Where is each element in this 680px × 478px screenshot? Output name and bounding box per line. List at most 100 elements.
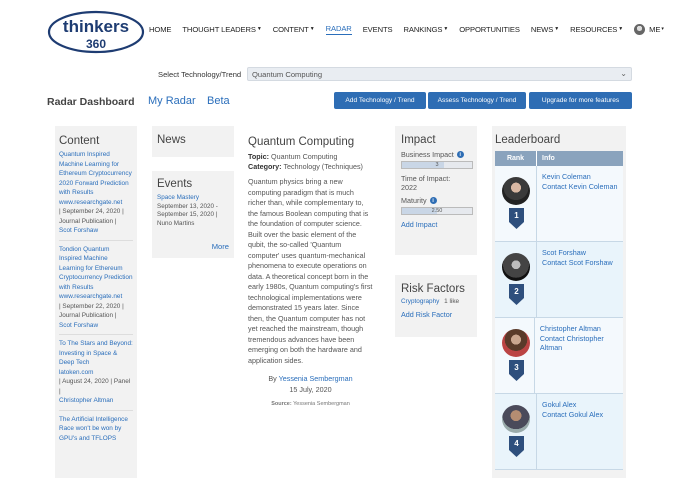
content-item-meta: | August 24, 2020 | Panel | <box>59 378 131 395</box>
category-value: Technology (Techniques) <box>283 161 363 171</box>
article-author-link[interactable]: Yessenia Sembergman <box>279 374 353 383</box>
news-heading: News <box>157 134 186 146</box>
source-label: Source: <box>271 401 292 407</box>
info-cell: Gokul Alex Contact Gokul Alex <box>537 394 603 469</box>
technology-select-value: Quantum Computing <box>252 70 323 79</box>
content-item-author[interactable]: Scot Forshaw <box>59 226 133 236</box>
nav-radar[interactable]: RADAR <box>325 23 352 35</box>
source-value: Yessenia Sembergman <box>293 401 350 407</box>
leader-name-link[interactable]: Gokul Alex <box>542 400 603 410</box>
rank-ribbon-icon: 3 <box>509 360 524 381</box>
user-avatar <box>634 23 646 35</box>
time-of-impact-value: 2022 <box>401 183 417 192</box>
nav-resources-label: RESOURCES <box>570 24 618 34</box>
leader-contact-link[interactable]: Contact Kevin Coleman <box>542 182 618 192</box>
nav-user-menu[interactable]: ME ▾ <box>634 23 664 35</box>
upgrade-button[interactable]: Upgrade for more features <box>529 92 632 109</box>
add-impact-link[interactable]: Add Impact <box>401 220 471 229</box>
rank-cell: 3 <box>495 318 535 393</box>
content-item-title[interactable]: Tondion Quantum Inspired Machine Learnin… <box>59 245 133 293</box>
caret-down-icon: ▼ <box>443 26 449 32</box>
nav-opportunities[interactable]: OPPORTUNITIES <box>459 23 520 35</box>
nav-user-label: ME <box>649 24 661 34</box>
nav-content[interactable]: CONTENT ▼ <box>273 23 315 35</box>
maturity-bar: 2.50 <box>401 207 473 215</box>
info-icon[interactable]: i <box>456 151 464 158</box>
article-title: Quantum Computing <box>248 136 355 148</box>
event-name[interactable]: Space Mastery <box>157 194 229 203</box>
byline-by: By <box>268 374 277 383</box>
content-item: Quantum Inspired Machine Learning for Et… <box>59 150 133 241</box>
nav-resources[interactable]: RESOURCES ▼ <box>570 23 623 35</box>
risk-item: Cryptography 1 like <box>401 298 471 305</box>
nav-events[interactable]: EVENTS <box>363 23 393 35</box>
leader-contact-link[interactable]: Contact Gokul Alex <box>542 410 603 420</box>
article-date: 15 July, 2020 <box>289 384 332 394</box>
thinkers360-logo[interactable]: thinkers 360 <box>47 10 145 54</box>
events-more-link[interactable]: More <box>212 242 229 251</box>
content-item-author[interactable]: Christopher Altman <box>59 396 133 406</box>
content-item-title[interactable]: To The Stars and Beyond: Investing in Sp… <box>59 339 133 368</box>
topic-value: Quantum Computing <box>271 152 338 161</box>
info-cell: Scot Forshaw Contact Scot Forshaw <box>537 242 613 317</box>
content-item-source[interactable]: latoken.com <box>59 368 133 378</box>
add-risk-factor-link[interactable]: Add Risk Factor <box>401 310 471 319</box>
rank-number: 2 <box>514 287 519 296</box>
content-item-author[interactable]: Scot Forshaw <box>59 321 133 331</box>
rank-number: 1 <box>514 211 519 220</box>
nav-radar-label: RADAR <box>325 24 352 33</box>
content-item: To The Stars and Beyond: Investing in Sp… <box>59 339 133 411</box>
leader-name-link[interactable]: Christopher Altman <box>540 324 623 334</box>
article-topic: Topic: Quantum Computing <box>248 152 373 162</box>
content-panel: Content Quantum Inspired Machine Learnin… <box>55 126 137 478</box>
select-technology-label: Select Technology/Trend <box>158 70 242 79</box>
rank-cell: 2 <box>495 242 537 317</box>
leader-name-link[interactable]: Kevin Coleman <box>542 172 618 182</box>
event-person: Nuno Martins <box>157 219 195 227</box>
content-heading: Content <box>59 135 100 147</box>
leader-contact-link[interactable]: Contact Christopher Altman <box>540 334 623 353</box>
risk-tag-link[interactable]: Cryptography <box>401 298 439 305</box>
risk-likes: 1 like <box>444 298 460 305</box>
content-item-meta: | September 24, 2020 | Journal Publicati… <box>59 208 124 225</box>
leaderboard-panel: Leaderboard Rank Info 1 Kevin Coleman Co… <box>492 126 626 478</box>
nav-content-label: CONTENT <box>272 24 309 34</box>
caret-down-icon: ▼ <box>309 26 315 32</box>
avatar[interactable] <box>502 253 530 281</box>
avatar[interactable] <box>502 405 530 433</box>
caret-down-icon: ▼ <box>554 26 560 32</box>
my-radar-link[interactable]: My Radar <box>148 95 196 107</box>
leader-contact-link[interactable]: Contact Scot Forshaw <box>542 258 613 268</box>
page-title: Radar Dashboard <box>47 96 135 108</box>
content-item-title[interactable]: The Artificial Intelligence Race won't b… <box>59 415 133 444</box>
impact-panel: Impact Business Impact i 3 Time of Impact… <box>395 126 477 255</box>
info-cell: Christopher Altman Contact Christopher A… <box>535 318 623 393</box>
content-item-title[interactable]: Quantum Inspired Machine Learning for Et… <box>59 150 133 198</box>
nav-rankings[interactable]: RANKINGS ▼ <box>403 23 448 35</box>
risk-factors-panel: Risk Factors Cryptography 1 like Add Ris… <box>395 275 477 337</box>
article-source: Source: Yessenia Sembergman <box>248 401 373 407</box>
main-nav: HOME THOUGHT LEADERS ▼ CONTENT ▼ RADAR EVE… <box>149 23 675 35</box>
rank-number: 3 <box>514 363 519 372</box>
event-dates: September 13, 2020 - September 15, 2020 … <box>157 202 218 219</box>
beta-label: Beta <box>207 95 230 107</box>
avatar[interactable] <box>502 177 530 205</box>
leaderboard-row: 1 Kevin Coleman Contact Kevin Coleman <box>495 166 623 242</box>
technology-select[interactable]: Quantum Computing ⌄ <box>247 67 632 81</box>
leader-name-link[interactable]: Scot Forshaw <box>542 248 613 258</box>
leaderboard-heading: Leaderboard <box>495 134 561 146</box>
avatar[interactable] <box>502 329 530 357</box>
rank-number: 4 <box>514 439 519 448</box>
assess-technology-button[interactable]: Assess Technology / Trend <box>428 92 526 109</box>
maturity-label: Maturity i <box>401 196 471 205</box>
rank-cell: 1 <box>495 166 537 241</box>
nav-home[interactable]: HOME <box>149 23 171 35</box>
add-technology-button[interactable]: Add Technology / Trend <box>334 92 426 109</box>
info-icon[interactable]: i <box>429 197 437 204</box>
caret-down-icon: ▾ <box>661 26 664 32</box>
nav-news[interactable]: NEWS ▼ <box>531 23 559 35</box>
nav-thought-leaders[interactable]: THOUGHT LEADERS ▼ <box>182 23 261 35</box>
content-item-source[interactable]: www.researchgate.net <box>59 292 133 302</box>
leaderboard-header: Rank Info <box>495 151 623 166</box>
content-item-source[interactable]: www.researchgate.net <box>59 198 133 208</box>
